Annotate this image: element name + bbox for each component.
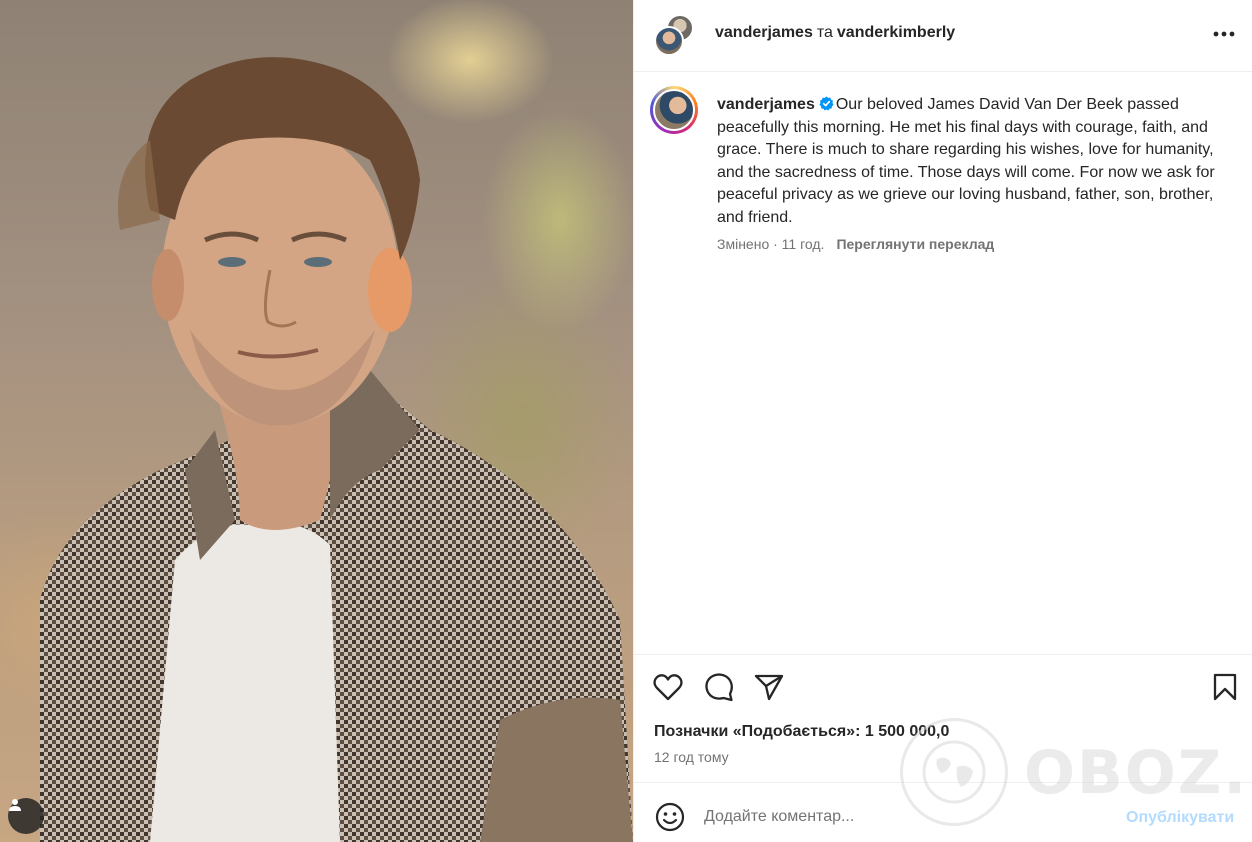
bookmark-icon (1213, 673, 1237, 701)
caption-username[interactable]: vanderjames (717, 96, 815, 113)
heart-icon (653, 674, 683, 701)
comment-button[interactable] (703, 671, 735, 703)
authors-conjunction: та (816, 24, 833, 41)
emoji-smile-icon (655, 802, 685, 832)
edited-timestamp: Змінено · 11 год. (717, 236, 825, 252)
publish-comment-button[interactable]: Опублікувати (1126, 809, 1234, 827)
avatar (653, 89, 695, 131)
post-timestamp[interactable]: 12 год тому (654, 749, 729, 765)
paper-plane-icon (754, 674, 784, 701)
like-button[interactable] (652, 671, 684, 703)
caption-avatar[interactable] (650, 86, 698, 134)
save-button[interactable] (1209, 671, 1241, 703)
comment-input[interactable] (704, 803, 1104, 831)
portrait-illustration (40, 57, 633, 842)
avatar-vanderjames[interactable] (654, 26, 684, 56)
comment-bubble-icon (705, 673, 733, 702)
comment-form: Опублікувати (634, 782, 1252, 842)
see-translation-link[interactable]: Переглянути переклад (836, 236, 994, 252)
verified-badge-icon (819, 96, 834, 111)
caption-text-block: vanderjames Our beloved James David Van … (717, 94, 1237, 229)
post-actions: Позначки «Подобається»: 1 500 000,0 12 г… (634, 654, 1252, 782)
share-button[interactable] (753, 671, 785, 703)
author-link-vanderjames[interactable]: vanderjames (715, 24, 813, 41)
more-dots-icon (1213, 31, 1235, 37)
post-authors: vanderjames та vanderkimberly (715, 23, 955, 43)
author-link-vanderkimberly[interactable]: vanderkimberly (837, 24, 955, 41)
user-silhouette-icon (9, 799, 21, 811)
more-options-button[interactable] (1210, 20, 1238, 48)
emoji-picker-button[interactable] (654, 801, 686, 833)
post-header: vanderjames та vanderkimberly (634, 0, 1252, 72)
post-photo[interactable] (0, 0, 633, 842)
tagged-user-button[interactable] (8, 798, 44, 834)
post-details-panel: vanderjames та vanderkimberly vanderjames … (633, 0, 1252, 842)
likes-count[interactable]: Позначки «Подобається»: 1 500 000,0 (654, 723, 949, 741)
caption-body: Our beloved James David Van Der Beek pas… (717, 96, 1215, 226)
collab-avatars[interactable] (654, 14, 696, 56)
caption-meta: Змінено · 11 год. Переглянути переклад (717, 236, 994, 252)
